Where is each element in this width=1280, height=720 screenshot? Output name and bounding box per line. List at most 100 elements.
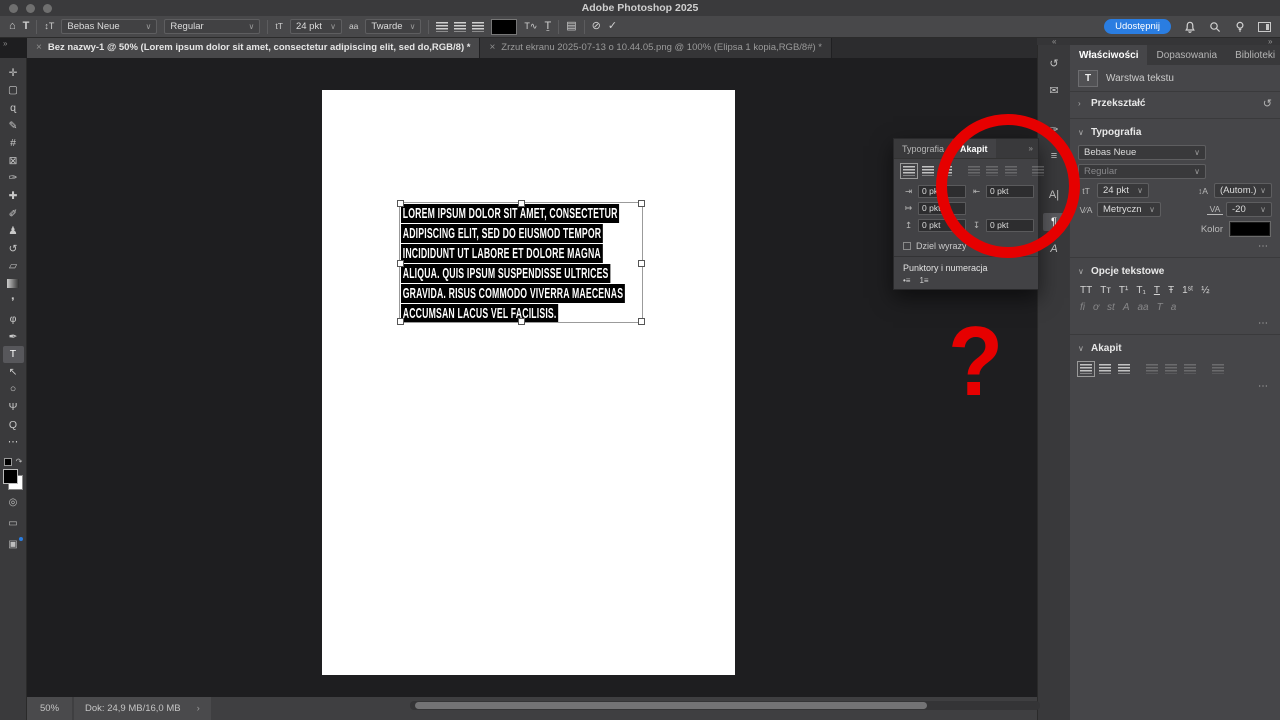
- transform-handle-tm[interactable]: [518, 200, 525, 207]
- paragraph-more-icon[interactable]: ⋯: [1070, 379, 1280, 394]
- ornaments-icon[interactable]: a: [1171, 302, 1177, 313]
- marquee-tool[interactable]: ▢: [3, 82, 24, 100]
- text-options-section-header[interactable]: ∨ Opcje tekstowe: [1070, 261, 1280, 282]
- prop-justify-right-icon[interactable]: [1184, 364, 1196, 374]
- document-page[interactable]: [322, 90, 735, 675]
- screen-mode-icon[interactable]: ▭: [3, 515, 24, 532]
- comments-panel-icon[interactable]: ✉: [1043, 81, 1065, 99]
- transform-handle-ml[interactable]: [397, 259, 404, 267]
- history-brush-tool[interactable]: ↺: [3, 240, 24, 258]
- prop-align-center-icon[interactable]: [1099, 364, 1111, 374]
- share-button[interactable]: Udostępnij: [1104, 19, 1171, 34]
- type-tool[interactable]: T: [2, 345, 24, 364]
- prop-align-right-icon[interactable]: [1118, 364, 1130, 374]
- standard-ligatures-icon[interactable]: fi: [1080, 302, 1085, 313]
- ellipse-tool[interactable]: ○: [3, 381, 24, 399]
- search-icon[interactable]: [1208, 20, 1221, 33]
- tab-overflow-icon[interactable]: »: [3, 39, 7, 48]
- history-panel-icon[interactable]: ↺: [1043, 54, 1065, 72]
- prop-justify-left-icon[interactable]: [1146, 364, 1158, 374]
- foreground-color-swatch[interactable]: [3, 469, 18, 485]
- gradient-tool[interactable]: [3, 275, 24, 293]
- titling-alternates-icon[interactable]: aa: [1138, 302, 1149, 313]
- prop-kerning-select[interactable]: Metryczn ∨: [1097, 202, 1161, 217]
- close-tab-icon[interactable]: ×: [36, 42, 42, 53]
- transform-handle-mr[interactable]: [638, 259, 645, 267]
- discretionary-ligatures-icon[interactable]: ơ: [1093, 302, 1099, 313]
- transform-handle-bm[interactable]: [518, 318, 525, 325]
- crop-tool[interactable]: #: [3, 134, 24, 152]
- align-left-icon[interactable]: [436, 21, 449, 32]
- strikethrough-icon[interactable]: Ŧ: [1168, 285, 1174, 296]
- expand-panels-icon[interactable]: »: [1268, 37, 1272, 46]
- font-family-select[interactable]: Bebas Neue ∨: [61, 19, 158, 34]
- text-orientation-icon[interactable]: ↕T: [44, 22, 54, 31]
- typography-section-header[interactable]: ∨ Typografia: [1070, 122, 1280, 143]
- justification-alternates-icon[interactable]: T: [1157, 302, 1163, 313]
- swash-icon[interactable]: st: [1107, 302, 1115, 313]
- scrollbar-thumb[interactable]: [415, 702, 927, 709]
- align-center-icon[interactable]: [454, 21, 467, 32]
- typography-more-icon[interactable]: ⋯: [1070, 239, 1280, 254]
- font-style-select[interactable]: Regular ∨: [164, 19, 261, 34]
- eraser-tool[interactable]: ▱: [3, 258, 24, 276]
- prop-tracking-select[interactable]: -20 ∨: [1226, 202, 1272, 217]
- cancel-edits-icon[interactable]: ⊘: [592, 21, 601, 32]
- swap-colors-icon[interactable]: ↷: [16, 457, 23, 466]
- discover-lightbulb-icon[interactable]: [1233, 20, 1246, 33]
- healing-brush-tool[interactable]: ✚: [3, 187, 24, 205]
- tab-dopasowania[interactable]: Dopasowania: [1147, 45, 1226, 65]
- collapse-panels-icon[interactable]: «: [1052, 37, 1056, 46]
- numbered-list-icon[interactable]: 1≡: [919, 277, 928, 285]
- eyedropper-tool[interactable]: ✑: [3, 170, 24, 188]
- baseline-icon[interactable]: Ṯ: [544, 21, 551, 32]
- commit-edits-icon[interactable]: ✓: [608, 21, 617, 32]
- ordinals-icon[interactable]: 1ˢᵗ: [1182, 285, 1193, 296]
- checkbox-icon[interactable]: [903, 242, 911, 250]
- document-tab-active[interactable]: × Bez nazwy-1 @ 50% (Lorem ipsum dolor s…: [27, 37, 481, 58]
- font-size-select[interactable]: 24 pkt ∨: [289, 19, 342, 34]
- zoom-level-field[interactable]: 50%: [27, 697, 73, 720]
- align-right-icon[interactable]: [472, 21, 485, 32]
- brush-tool[interactable]: ✐: [3, 205, 24, 223]
- popup-align-center-icon[interactable]: [921, 166, 934, 176]
- bell-icon[interactable]: [1183, 20, 1196, 33]
- home-icon[interactable]: ⌂: [9, 21, 16, 32]
- blur-tool[interactable]: ❜: [3, 293, 24, 311]
- fractions-icon[interactable]: ½: [1201, 285, 1209, 296]
- transform-handle-tl[interactable]: [397, 200, 404, 207]
- stylistic-alternates-icon[interactable]: A: [1123, 302, 1130, 313]
- path-selection-tool[interactable]: ↖: [3, 363, 24, 381]
- device-preview-icon[interactable]: ▣: [3, 536, 24, 553]
- prop-justify-all-icon[interactable]: [1212, 364, 1224, 374]
- default-colors-icon[interactable]: [3, 457, 12, 466]
- quick-selection-tool[interactable]: ✎: [3, 117, 24, 135]
- tab-biblioteki[interactable]: Biblioteki: [1226, 45, 1280, 65]
- prop-font-size-select[interactable]: 24 pkt ∨: [1097, 183, 1149, 198]
- tab-wlasciwosci[interactable]: Właściwości: [1070, 45, 1148, 65]
- transform-handle-bl[interactable]: [397, 318, 404, 325]
- quick-mask-icon[interactable]: ◎: [3, 494, 24, 511]
- frame-tool[interactable]: ⊠: [3, 152, 24, 170]
- pen-tool[interactable]: ✒: [3, 328, 24, 346]
- prop-align-left-icon[interactable]: [1077, 361, 1095, 377]
- type-tool-icon[interactable]: T: [23, 21, 30, 32]
- close-tab-icon[interactable]: ×: [489, 42, 495, 53]
- prop-justify-center-icon[interactable]: [1165, 364, 1177, 374]
- subscript-icon[interactable]: T₁: [1136, 285, 1145, 296]
- all-caps-icon[interactable]: TT: [1080, 285, 1092, 296]
- paragraph-section-header[interactable]: ∨ Akapit: [1070, 338, 1280, 359]
- move-tool[interactable]: ✛: [3, 64, 24, 82]
- type-color-swatch[interactable]: [1229, 221, 1271, 237]
- antialias-select[interactable]: Twarde ∨: [365, 19, 422, 34]
- clone-stamp-tool[interactable]: ♟: [3, 222, 24, 240]
- zoom-tool[interactable]: Q: [3, 416, 24, 434]
- superscript-icon[interactable]: T¹: [1119, 285, 1128, 296]
- text-options-more-icon[interactable]: ⋯: [1070, 316, 1280, 331]
- horizontal-scrollbar[interactable]: [410, 701, 1040, 710]
- warp-text-icon[interactable]: T∿: [524, 22, 537, 31]
- prop-font-family-select[interactable]: Bebas Neue ∨: [1078, 145, 1206, 160]
- lasso-tool[interactable]: ɋ: [3, 99, 24, 117]
- small-caps-icon[interactable]: Tᴛ: [1100, 285, 1111, 296]
- workspace-icon[interactable]: [1258, 21, 1271, 32]
